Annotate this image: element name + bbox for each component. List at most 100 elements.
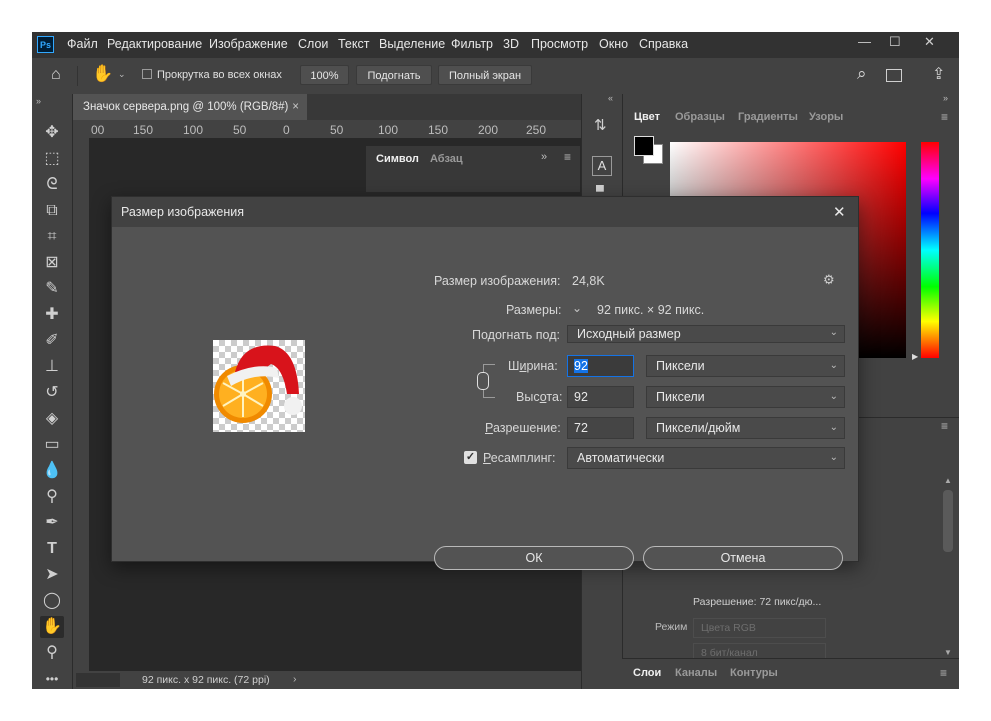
menu-layers[interactable]: Слои xyxy=(298,37,328,51)
menu-image[interactable]: Изображение xyxy=(209,37,288,51)
ruler-label: 0 xyxy=(283,123,290,137)
resolution-field[interactable]: 72 xyxy=(567,417,634,439)
width-label: Ширина: xyxy=(508,359,558,373)
brush-tool-icon[interactable]: ✐ xyxy=(40,330,64,352)
menu-view[interactable]: Просмотр xyxy=(531,37,588,51)
foreground-color-swatch[interactable] xyxy=(634,136,654,156)
height-field[interactable]: 92 xyxy=(567,386,634,408)
history-panel-icon[interactable]: ⇅ xyxy=(594,116,607,134)
chevron-down-icon[interactable]: ⌄ xyxy=(118,69,126,80)
link-constrain-icon[interactable] xyxy=(477,372,489,390)
hand-tool-icon[interactable]: ✋ xyxy=(40,616,64,638)
collapse-icon[interactable]: « xyxy=(608,93,613,103)
tab-color[interactable]: Цвет xyxy=(634,111,660,123)
tab-paragraph[interactable]: Абзац xyxy=(430,153,463,165)
scroll-up-icon[interactable]: ▲ xyxy=(944,476,952,485)
tab-channels[interactable]: Каналы xyxy=(675,667,717,679)
hue-slider[interactable] xyxy=(921,142,939,358)
panel-menu-icon[interactable]: ≡ xyxy=(941,110,948,124)
scrollbar-thumb[interactable] xyxy=(943,490,953,552)
orange-santa-hat-image xyxy=(214,345,302,423)
resolution-unit-select[interactable]: Пиксели/дюйм ⌄ xyxy=(646,417,845,439)
ellipse-tool-icon[interactable]: ◯ xyxy=(40,590,64,612)
close-icon[interactable]: × xyxy=(292,94,299,120)
menu-select[interactable]: Выделение xyxy=(379,37,445,51)
menu-3d[interactable]: 3D xyxy=(503,37,519,51)
expand-icon[interactable]: » xyxy=(541,151,547,163)
blur-tool-icon[interactable]: 💧 xyxy=(40,460,64,482)
width-unit-select[interactable]: Пиксели ⌄ xyxy=(646,355,845,377)
zoom-field[interactable] xyxy=(76,673,120,687)
character-panel-icon[interactable]: A xyxy=(592,156,612,176)
minimize-button[interactable]: — xyxy=(858,34,871,49)
stamp-tool-icon[interactable]: ⊥ xyxy=(40,356,64,378)
dodge-tool-icon[interactable]: ⚲ xyxy=(40,486,64,508)
menu-file[interactable]: Файл xyxy=(67,37,98,51)
panel-menu-icon[interactable]: ≡ xyxy=(941,419,948,433)
dimensions-value: 92 пикс. × 92 пикс. xyxy=(597,303,705,317)
fill-screen-button[interactable]: Полный экран xyxy=(438,65,532,85)
ruler-label: 00 xyxy=(91,123,105,137)
width-field[interactable]: 92 xyxy=(567,355,634,377)
ok-button[interactable]: ОК xyxy=(434,546,634,570)
history-brush-tool-icon[interactable]: ↺ xyxy=(40,382,64,404)
fit-to-select[interactable]: Исходный размер ⌄ xyxy=(567,325,845,343)
lasso-tool-icon[interactable]: ᘓ xyxy=(40,174,64,196)
tab-swatches[interactable]: Образцы xyxy=(675,111,725,123)
collapse-icon[interactable]: » xyxy=(36,96,41,106)
hand-icon[interactable]: ✋ xyxy=(92,64,113,84)
move-tool-icon[interactable]: ✥ xyxy=(40,122,64,144)
zoom-100-button[interactable]: 100% xyxy=(300,65,349,85)
maximize-button[interactable]: ☐ xyxy=(889,34,901,50)
tab-character[interactable]: Символ xyxy=(376,153,419,165)
cancel-button[interactable]: Отмена xyxy=(643,546,843,570)
dimensions-label: Размеры: xyxy=(506,303,562,317)
menu-edit[interactable]: Редактирование xyxy=(107,37,202,51)
zoom-tool-icon[interactable]: ⚲ xyxy=(40,642,64,664)
dialog-title: Размер изображения xyxy=(121,205,244,219)
resample-select[interactable]: Автоматически ⌄ xyxy=(567,447,845,469)
workspace-icon[interactable] xyxy=(886,69,902,82)
document-tab[interactable]: Значок сервера.png @ 100% (RGB/8#) × xyxy=(73,94,307,120)
collapse-icon[interactable]: » xyxy=(943,93,948,103)
eyedropper-tool-icon[interactable]: ✎ xyxy=(40,278,64,300)
gear-icon[interactable]: ⚙ xyxy=(823,272,835,288)
scroll-down-icon[interactable]: ▼ xyxy=(944,648,952,657)
type-tool-icon[interactable]: T xyxy=(40,538,64,560)
properties-mode-select[interactable]: Цвета RGB xyxy=(693,618,826,638)
dialog-close-button[interactable]: ✕ xyxy=(833,203,846,221)
marquee-tool-icon[interactable]: ⬚ xyxy=(40,148,64,170)
menu-window[interactable]: Окно xyxy=(599,37,628,51)
eraser-tool-icon[interactable]: ◈ xyxy=(40,408,64,430)
chevron-right-icon[interactable]: › xyxy=(293,673,297,685)
height-unit-select[interactable]: Пиксели ⌄ xyxy=(646,386,845,408)
tab-patterns[interactable]: Узоры xyxy=(809,111,843,123)
healing-brush-tool-icon[interactable]: ✚ xyxy=(40,304,64,326)
panel-menu-icon[interactable]: ≡ xyxy=(940,666,947,680)
chevron-down-icon[interactable]: ⌄ xyxy=(572,301,582,315)
close-window-button[interactable]: ✕ xyxy=(924,34,935,50)
menu-type[interactable]: Текст xyxy=(338,37,369,51)
fit-screen-button[interactable]: Подогнать xyxy=(356,65,432,85)
pen-tool-icon[interactable]: ✒ xyxy=(40,512,64,534)
menu-help[interactable]: Справка xyxy=(639,37,688,51)
link-bracket-bottom xyxy=(483,390,495,398)
search-icon[interactable]: ⌕ xyxy=(857,64,867,84)
scroll-all-checkbox[interactable] xyxy=(142,69,152,79)
object-select-tool-icon[interactable]: ⧉ xyxy=(40,200,64,222)
menu-filter[interactable]: Фильтр xyxy=(451,37,493,51)
tab-layers[interactable]: Слои xyxy=(633,667,661,679)
share-icon[interactable]: ⇪ xyxy=(932,64,945,84)
resample-checkbox[interactable]: ✓ xyxy=(464,451,477,464)
home-icon[interactable]: ⌂ xyxy=(51,66,61,84)
frame-tool-icon[interactable]: ⊠ xyxy=(40,252,64,274)
crop-tool-icon[interactable]: ⌗ xyxy=(40,226,64,248)
tab-paths[interactable]: Контуры xyxy=(730,667,778,679)
chevron-down-icon: ⌄ xyxy=(829,327,838,338)
more-tools-icon[interactable]: ••• xyxy=(40,668,64,689)
tab-gradients[interactable]: Градиенты xyxy=(738,111,798,123)
panel-menu-icon[interactable]: ≡ xyxy=(564,150,571,164)
path-select-tool-icon[interactable]: ➤ xyxy=(40,564,64,586)
hue-slider-handle[interactable]: ▶ xyxy=(912,352,918,361)
gradient-tool-icon[interactable]: ▭ xyxy=(40,434,64,456)
